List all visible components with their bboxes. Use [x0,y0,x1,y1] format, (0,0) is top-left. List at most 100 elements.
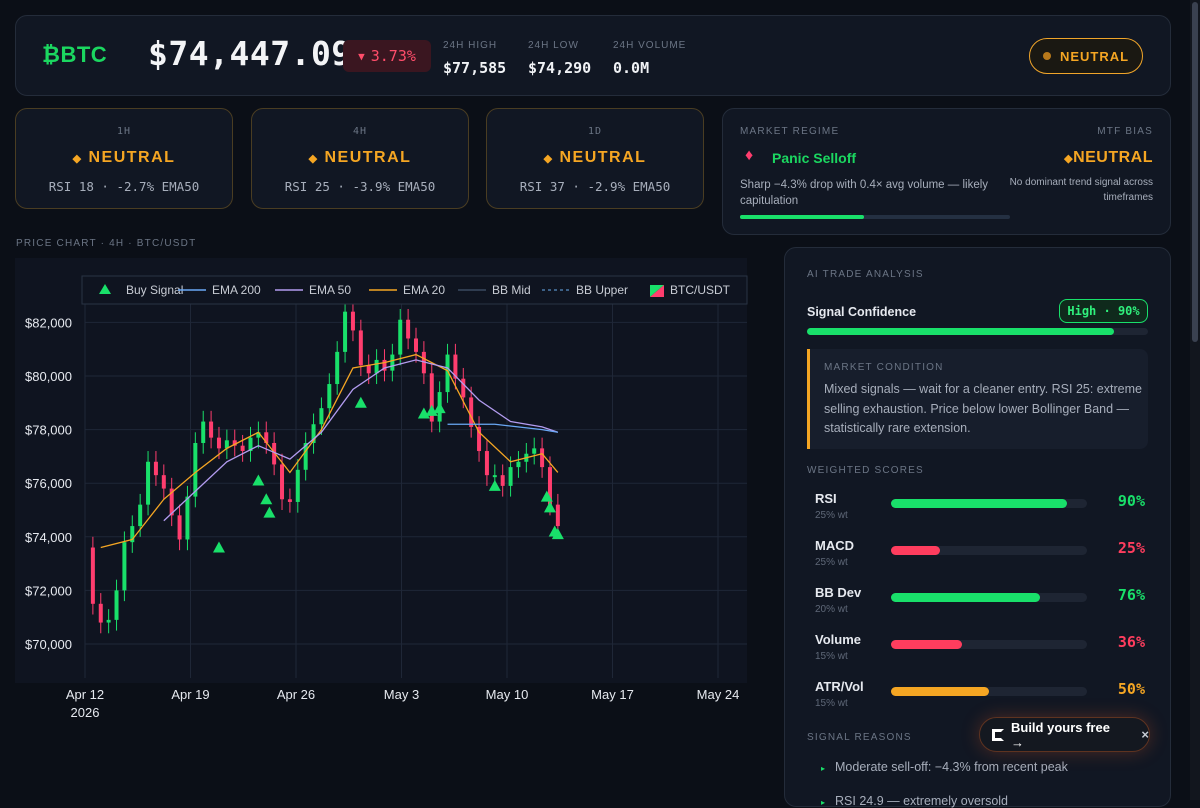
score-name: RSI [815,491,837,506]
timeframe-card-4h[interactable]: 4H ◆ NEUTRAL RSI 25 · -3.9% EMA50 [251,108,469,209]
candle-body [319,408,324,425]
candle-body [114,590,119,620]
bullet-icon: ▸ [821,798,826,807]
mtf-value-label: NEUTRAL [1073,149,1153,166]
timeframe-label: 4H [352,126,368,137]
scrollbar-thumb[interactable] [1192,2,1198,342]
candle-body [106,619,111,623]
score-track [891,499,1087,508]
bitcoin-icon: ₿ [42,42,61,67]
candle-body [185,496,190,540]
timeframe-signal: ◆ NEUTRAL [487,149,703,167]
candle-body [540,448,545,468]
regime-name: Panic Selloff [772,150,857,166]
regime-description: Sharp −4.3% drop with 0.4× avg volume — … [740,179,989,207]
legend-label: BTC/USDT [670,283,731,297]
buy-signal-marker [260,493,273,505]
stat-24h-volume: 24H VOLUME 0.0M [613,40,686,77]
score-value: 90% [1117,492,1145,510]
candle-body [469,397,474,427]
buy-signal-marker [488,479,501,491]
candle-body [492,475,497,478]
regime-progress-fill [740,215,865,219]
mtf-value: ◆NEUTRAL [1064,149,1153,167]
score-row-volume: Volume 15% wt 36% [815,632,1145,672]
score-track [891,546,1087,555]
confidence-label: Signal Confidence [807,305,917,319]
mtf-title: MTF BIAS [1097,126,1153,137]
market-condition-box: MARKET CONDITION Mixed signals — wait fo… [807,349,1148,449]
candle-body [153,461,158,476]
score-fill [891,546,940,555]
chart-svg[interactable]: $70,000 $72,000 $74,000 $76,000 $78,000 $80,0… [15,258,748,720]
price-change-badge: ▼ 3.73% [343,40,431,72]
scrollbar[interactable] [1190,0,1200,800]
candle-body [500,475,505,486]
build-button-label: Build yours free → [1010,719,1110,750]
timeframe-signal: ◆ NEUTRAL [16,149,232,167]
price-chart[interactable]: $70,000 $72,000 $74,000 $76,000 $78,000 $80,0… [15,258,748,720]
timeframe-detail: RSI 25 · -3.9% EMA50 [284,179,436,194]
legend-label: EMA 50 [309,283,351,297]
x-tick-label: Apr 26 [277,687,315,702]
candle-body [532,448,537,454]
timeframe-card-1h[interactable]: 1H ◆ NEUTRAL RSI 18 · -2.7% EMA50 [15,108,233,209]
x-tick-label: May 10 [486,687,529,702]
y-tick-label: $70,000 [25,637,72,652]
bias-badge[interactable]: NEUTRAL [1029,38,1143,74]
candle-body [516,461,521,468]
btc-logo: ₿BTC [42,42,107,68]
score-name: ATR/Vol [815,679,864,694]
score-fill [891,499,1068,508]
score-weight: 20% wt [815,604,848,615]
buy-signal-marker [212,541,225,553]
stat-24h-low: 24H LOW $74,290 [528,40,591,77]
candle-body [122,542,127,591]
candle-body [280,464,285,500]
buy-signal-marker [433,402,446,414]
close-icon[interactable]: × [1141,727,1149,742]
x-tick-label: May 24 [697,687,740,702]
timeframe-card-1d[interactable]: 1D ◆ NEUTRAL RSI 37 · -2.9% EMA50 [486,108,704,209]
candle-body [216,437,221,449]
status-dot-icon [1042,52,1051,60]
confidence-track [807,328,1148,335]
candle-body [374,359,379,374]
analysis-title: AI TRADE ANALYSIS [807,269,924,280]
buy-signal-marker [354,396,367,408]
candle-body [343,311,348,352]
score-track [891,640,1087,649]
reason-text: RSI 24.9 — extremely oversold [835,794,1009,808]
candle-body [327,384,332,409]
build-yours-free-button[interactable]: Build yours free → × [979,717,1150,752]
market-regime-card: MARKET REGIME ♦ Panic Selloff Sharp −4.3… [722,108,1171,235]
y-tick-label: $74,000 [25,530,72,545]
scores-title: WEIGHTED SCORES [807,465,924,476]
stat-value: 0.0M [613,59,650,77]
score-row-atr-vol: ATR/Vol 15% wt 50% [815,679,1145,719]
score-fill [891,593,1040,602]
stat-label: 24H HIGH [443,40,498,51]
timeframe-detail: RSI 37 · -2.9% EMA50 [519,179,671,194]
current-price: $74,447.09 [148,34,352,73]
score-track [891,593,1087,602]
legend-label: EMA 20 [403,283,445,297]
score-track [891,687,1087,696]
chart-title: PRICE CHART · 4H · BTC/USDT [16,238,197,249]
condition-title: MARKET CONDITION [824,362,944,373]
candle-body [193,443,198,497]
score-value: 76% [1117,586,1145,604]
candle-body [146,461,151,505]
bullet-icon: ▸ [821,764,826,773]
x-tick-label: Apr 19 [171,687,209,702]
series-line-ema-200 [447,423,558,433]
legend-label: BB Mid [492,283,531,297]
candle-body [390,354,395,371]
series-line-ema-50 [163,359,559,522]
candle-body [240,445,245,452]
score-weight: 15% wt [815,698,848,709]
candle-body [209,421,214,438]
x-tick-label: Apr 12 [66,687,104,702]
timeframe-label: 1H [116,126,132,137]
confidence-fill [807,328,1114,335]
